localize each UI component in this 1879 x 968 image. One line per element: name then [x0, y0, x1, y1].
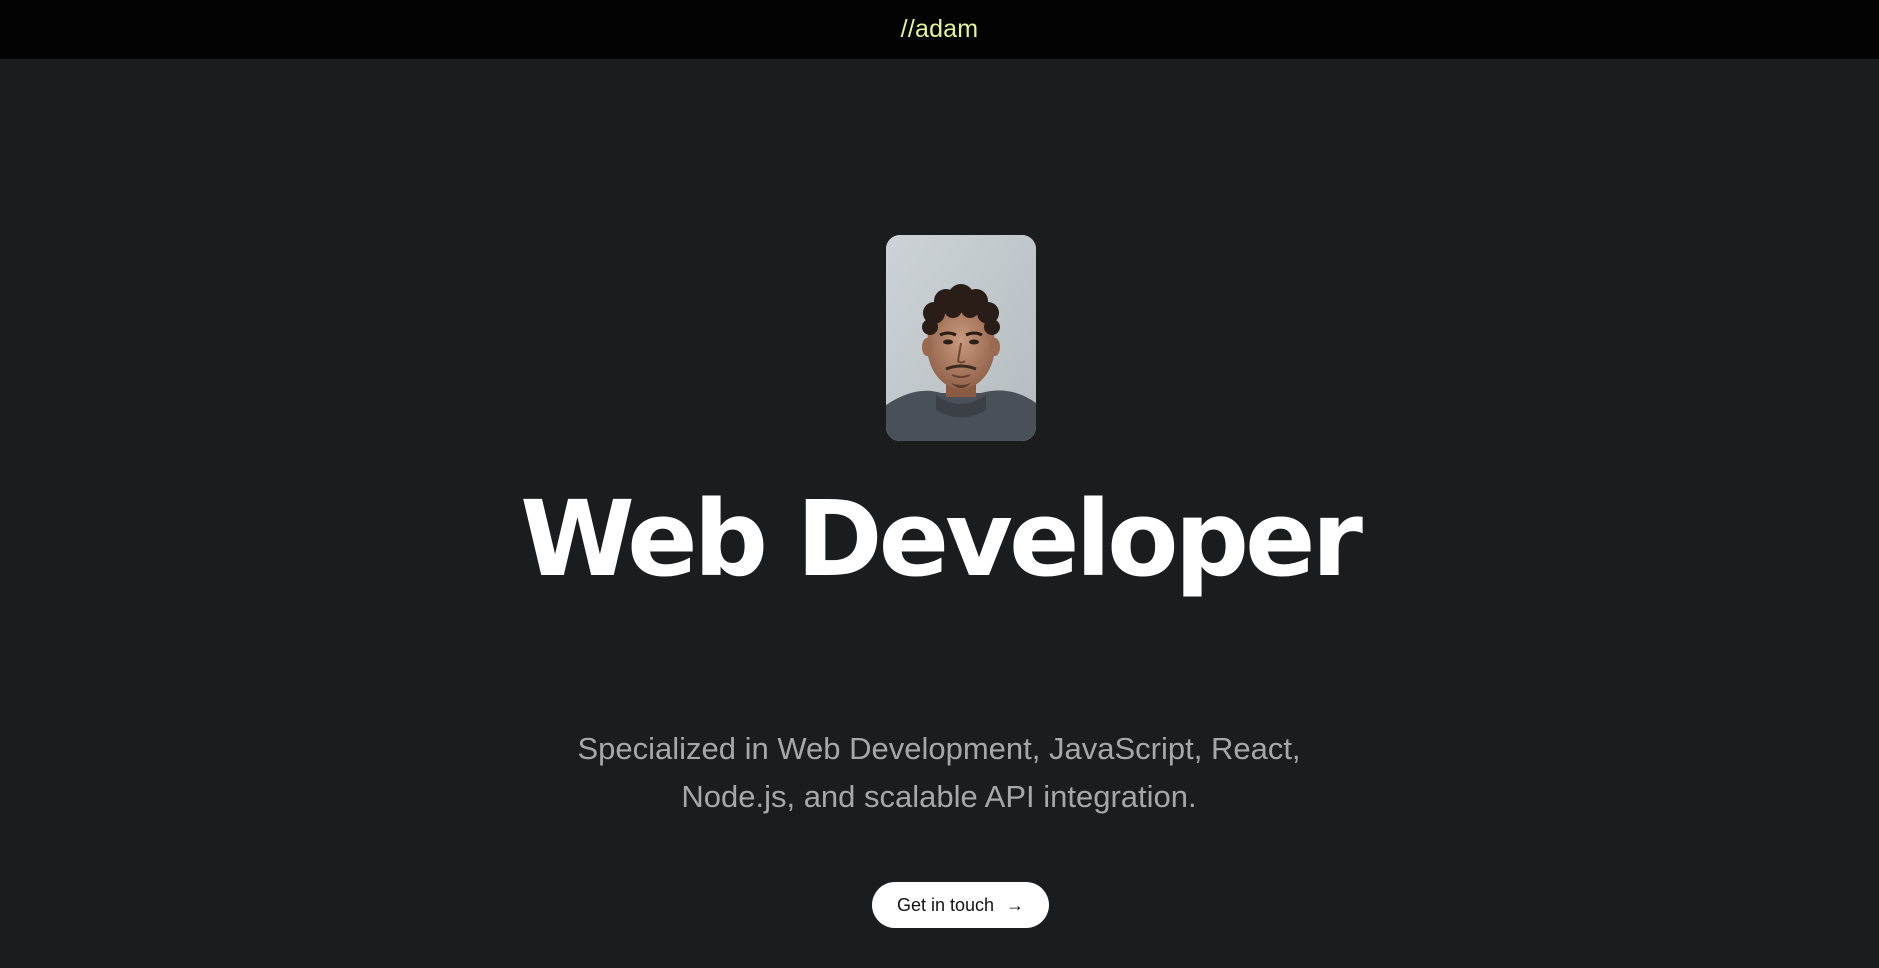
profile-portrait	[886, 235, 1036, 441]
hero-headline: Web Developer	[520, 478, 1363, 600]
hero-subtitle: Specialized in Web Development, JavaScri…	[577, 731, 1301, 814]
site-logo[interactable]: //adam	[901, 15, 979, 44]
portrait-illustration	[886, 235, 1036, 441]
top-nav-bar: //adam	[0, 0, 1879, 59]
get-in-touch-button[interactable]: Get in touch →	[872, 882, 1049, 928]
get-in-touch-label: Get in touch	[896, 894, 995, 915]
arrow-right-icon: →	[1006, 895, 1025, 915]
